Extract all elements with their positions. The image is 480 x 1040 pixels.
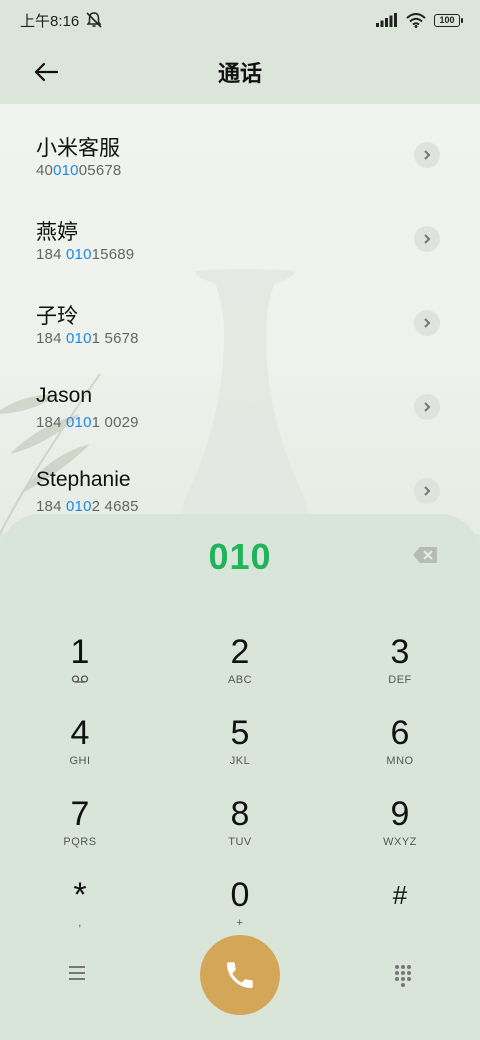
key-digit: 7 — [70, 795, 90, 833]
key-letters: WXYZ — [383, 836, 417, 848]
contact-name: Jason — [36, 384, 93, 407]
key-letters: MNO — [386, 755, 414, 767]
status-bar: 上午8:16 100 — [0, 0, 480, 40]
contact-number: 184 0102 4685 — [36, 498, 139, 515]
key-digit: 4 — [70, 714, 90, 752]
back-arrow-icon — [34, 62, 59, 82]
contact-number: 184 01015689 — [36, 246, 135, 263]
dial-key-7[interactable]: 7 PQRS — [20, 786, 140, 862]
chevron-right-icon — [424, 486, 431, 496]
key-digit: 8 — [230, 795, 250, 833]
contact-name: 小米客服 — [36, 137, 120, 160]
chevron-right-icon — [424, 318, 431, 328]
battery-icon: 100 — [434, 13, 463, 27]
dial-key-star[interactable]: * , — [20, 867, 140, 943]
dialpad-panel: 010 1 2 ABC 3 DEF 4 GHI 5 JKL 6 MNO 7 PQ… — [0, 514, 480, 1040]
contact-list: 小米客服 4001005678 燕婷 184 01015689 子玲 184 0… — [0, 104, 480, 534]
dial-key-1[interactable]: 1 — [20, 624, 140, 700]
contact-detail-button[interactable] — [414, 310, 440, 336]
contact-row[interactable]: 小米客服 4001005678 — [0, 104, 480, 188]
dialed-number: 010 — [208, 536, 272, 577]
key-digit: 6 — [390, 714, 410, 752]
page-title: 通话 — [217, 61, 262, 86]
contact-number: 4001005678 — [36, 162, 122, 179]
key-letters: PQRS — [63, 836, 97, 848]
dial-key-9[interactable]: 9 WXYZ — [340, 786, 460, 862]
dial-key-3[interactable]: 3 DEF — [340, 624, 460, 700]
dial-key-6[interactable]: 6 MNO — [340, 705, 460, 781]
phone-icon — [226, 962, 253, 989]
dial-key-0[interactable]: 0 + — [180, 867, 300, 943]
contact-name: Stephanie — [36, 468, 131, 491]
key-letters: JKL — [229, 755, 251, 767]
back-button[interactable] — [28, 54, 64, 90]
key-digit: 9 — [390, 795, 410, 833]
key-digit: # — [392, 880, 408, 910]
contact-row[interactable]: Jason 184 0101 0029 — [0, 356, 480, 440]
menu-icon — [69, 966, 85, 980]
contact-detail-button[interactable] — [414, 142, 440, 168]
backspace-icon — [413, 547, 437, 563]
dial-key-hash[interactable]: # — [340, 867, 460, 943]
contact-name: 子玲 — [36, 305, 78, 328]
key-digit: 3 — [390, 633, 410, 671]
key-letters: TUV — [228, 836, 252, 848]
contact-detail-button[interactable] — [414, 226, 440, 252]
key-digit: 2 — [230, 633, 250, 671]
key-letters — [340, 917, 460, 931]
key-digit: * — [73, 876, 87, 914]
key-digit: 5 — [230, 714, 250, 752]
dial-key-8[interactable]: 8 TUV — [180, 786, 300, 862]
contact-row[interactable]: 燕婷 184 01015689 — [0, 188, 480, 272]
keypad-toggle-button[interactable] — [388, 960, 418, 990]
contact-number: 184 0101 5678 — [36, 330, 139, 347]
key-letters: ABC — [227, 674, 253, 686]
signal-icon — [376, 13, 397, 27]
key-letters: DEF — [388, 674, 412, 686]
contact-name: 燕婷 — [36, 221, 78, 244]
dial-key-5[interactable]: 5 JKL — [180, 705, 300, 781]
contact-row[interactable]: 子玲 184 0101 5678 — [0, 272, 480, 356]
contact-detail-button[interactable] — [414, 394, 440, 420]
mute-bell-icon — [86, 12, 102, 28]
contact-row[interactable]: Stephanie 184 0102 4685 — [0, 440, 480, 524]
status-time: 上午8:16 — [20, 12, 80, 30]
key-letters: GHI — [69, 755, 91, 767]
key-letters: , — [78, 917, 82, 929]
voicemail-icon — [20, 674, 140, 688]
contact-number: 184 0101 0029 — [36, 414, 139, 431]
keypad-icon — [395, 965, 411, 987]
backspace-button[interactable] — [412, 546, 442, 568]
chevron-right-icon — [424, 150, 431, 160]
dial-key-4[interactable]: 4 GHI — [20, 705, 140, 781]
header: 通话 — [0, 40, 480, 104]
key-digit: 0 — [230, 876, 250, 914]
contact-detail-button[interactable] — [414, 478, 440, 504]
dial-key-2[interactable]: 2 ABC — [180, 624, 300, 700]
call-button[interactable] — [200, 935, 280, 1015]
key-letters: + — [236, 917, 244, 929]
chevron-right-icon — [424, 402, 431, 412]
key-digit: 1 — [70, 633, 90, 671]
menu-button[interactable] — [62, 960, 92, 986]
wifi-icon — [406, 12, 426, 28]
chevron-right-icon — [424, 234, 431, 244]
